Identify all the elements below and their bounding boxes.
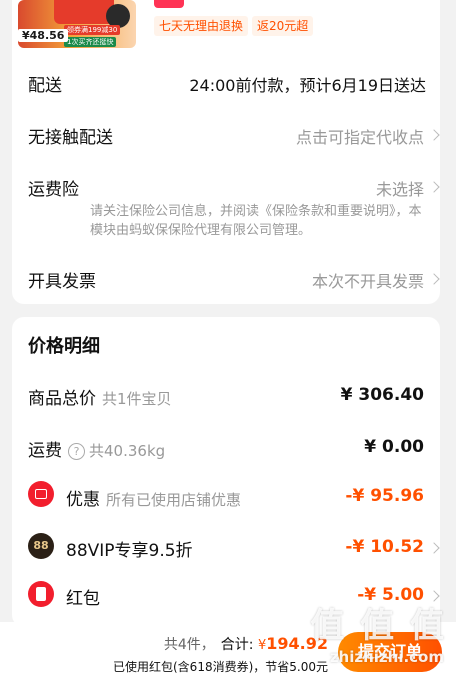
product-thumbnail[interactable]: 领券满199减30 1次买齐还挺快 ¥48.56 — [18, 0, 136, 48]
order-summary: 共4件， 合计: ¥194.92 — [164, 634, 328, 654]
goods-total-label: 商品总价 — [28, 389, 96, 409]
currency-symbol: ¥ — [257, 638, 267, 653]
vip-discount-label[interactable]: 88VIP专享9.5折 — [66, 536, 193, 561]
invoice-label[interactable]: 开具发票 — [28, 267, 96, 292]
shipping-fee-row: 运费? 共40.36kg — [28, 436, 165, 461]
shipping-insurance-value[interactable]: 未选择 — [376, 176, 424, 200]
store-discount-icon — [28, 481, 54, 507]
delivery-label: 配送 — [28, 76, 62, 96]
goods-count: 共1件宝贝 — [102, 390, 172, 408]
shipping-fee-amount: ¥ 0.00 — [364, 437, 424, 457]
shipping-insurance-label[interactable]: 运费险 — [28, 175, 79, 200]
discount-amount: -¥ 95.96 — [345, 486, 424, 506]
site-watermark: 值 值 值 — [310, 606, 446, 646]
promo-tag-bundle: 1次买齐还挺快 — [64, 37, 117, 47]
site-watermark-url: zhizhizhi.com — [329, 648, 444, 666]
goods-total-amount: ¥ 306.40 — [340, 385, 424, 405]
shipping-weight: 共40.36kg — [89, 442, 166, 460]
contactless-delivery-label[interactable]: 无接触配送 — [28, 123, 113, 148]
product-tag-badge — [154, 0, 184, 8]
guarantee-return-tag: 七天无理由退换 — [154, 16, 249, 36]
item-count: 共4件， — [163, 637, 215, 653]
shipping-fee-label: 运费 — [28, 441, 62, 461]
red-packet-icon — [28, 581, 54, 607]
product-box-image — [54, 0, 114, 24]
help-icon[interactable]: ? — [68, 443, 85, 460]
savings-note: 已使用红包(含618消费券)，节省5.00元 — [113, 660, 328, 674]
guarantee-cashback-tag: 返20元超 — [252, 16, 314, 36]
delivery-estimate: 24:00前付款，预计6月19日送达 — [189, 76, 426, 95]
insurance-note: 请关注保险公司信息，并阅读《保险条款和重要说明》，本模块由蚂蚁保保险代理有限公司… — [90, 204, 422, 238]
promo-tag-coupon: 领券满199减30 — [64, 25, 121, 35]
price-detail-title: 价格明细 — [28, 336, 100, 357]
contactless-delivery-value[interactable]: 点击可指定代收点 — [296, 124, 424, 148]
total-label: 合计: — [220, 637, 254, 653]
price-detail-card — [12, 317, 440, 627]
discount-label: 优惠 — [66, 490, 100, 510]
vip-discount-amount[interactable]: -¥ 10.52 — [345, 537, 424, 557]
product-price-badge: ¥48.56 — [18, 29, 69, 42]
discount-description: 所有已使用店铺优惠 — [106, 491, 242, 509]
red-packet-label[interactable]: 红包 — [66, 584, 100, 609]
vip-88-icon: 88 — [28, 533, 54, 559]
invoice-value[interactable]: 本次不开具发票 — [312, 268, 424, 292]
discount-row: 优惠 所有已使用店铺优惠 — [66, 485, 241, 510]
goods-total-row: 商品总价 共1件宝贝 — [28, 384, 172, 409]
